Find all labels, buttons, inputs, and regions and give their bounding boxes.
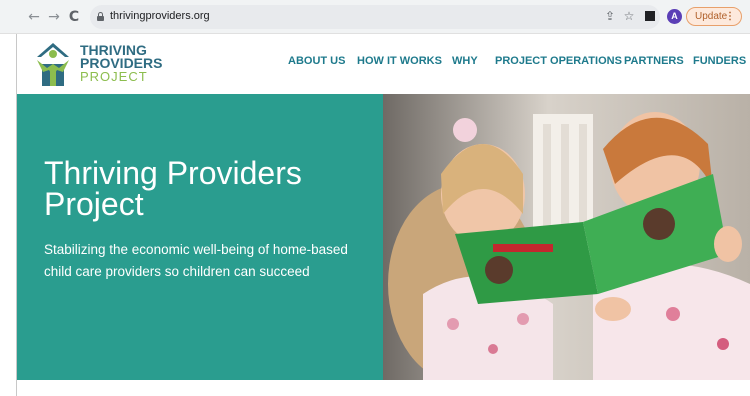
- back-arrow-icon[interactable]: ←: [26, 9, 42, 25]
- nav-why[interactable]: WHY: [452, 55, 478, 67]
- browser-toolbar: ← → C thrivingproviders.org ⇪ ☆ A Update…: [0, 0, 750, 34]
- hero-panel: Thriving Providers Project Stabilizing t…: [17, 94, 383, 380]
- update-button[interactable]: Update ⋮: [686, 7, 742, 26]
- hero-photo: [383, 94, 750, 380]
- lock-icon[interactable]: [97, 12, 104, 21]
- nav-funders[interactable]: FUNDERS: [693, 55, 746, 67]
- sidebar-icon[interactable]: [645, 11, 655, 21]
- menu-dots-icon[interactable]: ⋮: [725, 8, 735, 25]
- update-label: Update: [695, 11, 728, 22]
- nav-project-operations[interactable]: PROJECT OPERATIONS: [495, 55, 622, 67]
- hero-title: Thriving Providers Project: [44, 155, 302, 222]
- address-bar[interactable]: thrivingproviders.org: [90, 5, 660, 29]
- share-icon[interactable]: ⇪: [603, 9, 617, 23]
- photo-illustration: [383, 94, 750, 380]
- forward-arrow-icon[interactable]: →: [46, 9, 62, 25]
- logo-line-3: PROJECT: [80, 69, 148, 84]
- logo-house-icon[interactable]: [33, 40, 73, 88]
- reload-icon[interactable]: C: [66, 9, 82, 25]
- star-icon[interactable]: ☆: [622, 9, 636, 23]
- site-logo[interactable]: THRIVING PROVIDERS PROJECT: [80, 43, 162, 84]
- site-header: THRIVING PROVIDERS PROJECT ABOUT US HOW …: [17, 34, 750, 94]
- nav-partners[interactable]: PARTNERS: [624, 55, 684, 67]
- hero-subtitle: Stabilizing the economic well-being of h…: [44, 242, 348, 279]
- nav-about-us[interactable]: ABOUT US: [288, 55, 345, 67]
- url-text[interactable]: thrivingproviders.org: [110, 10, 210, 22]
- avatar[interactable]: A: [667, 9, 682, 24]
- nav-how-it-works[interactable]: HOW IT WORKS: [357, 55, 442, 67]
